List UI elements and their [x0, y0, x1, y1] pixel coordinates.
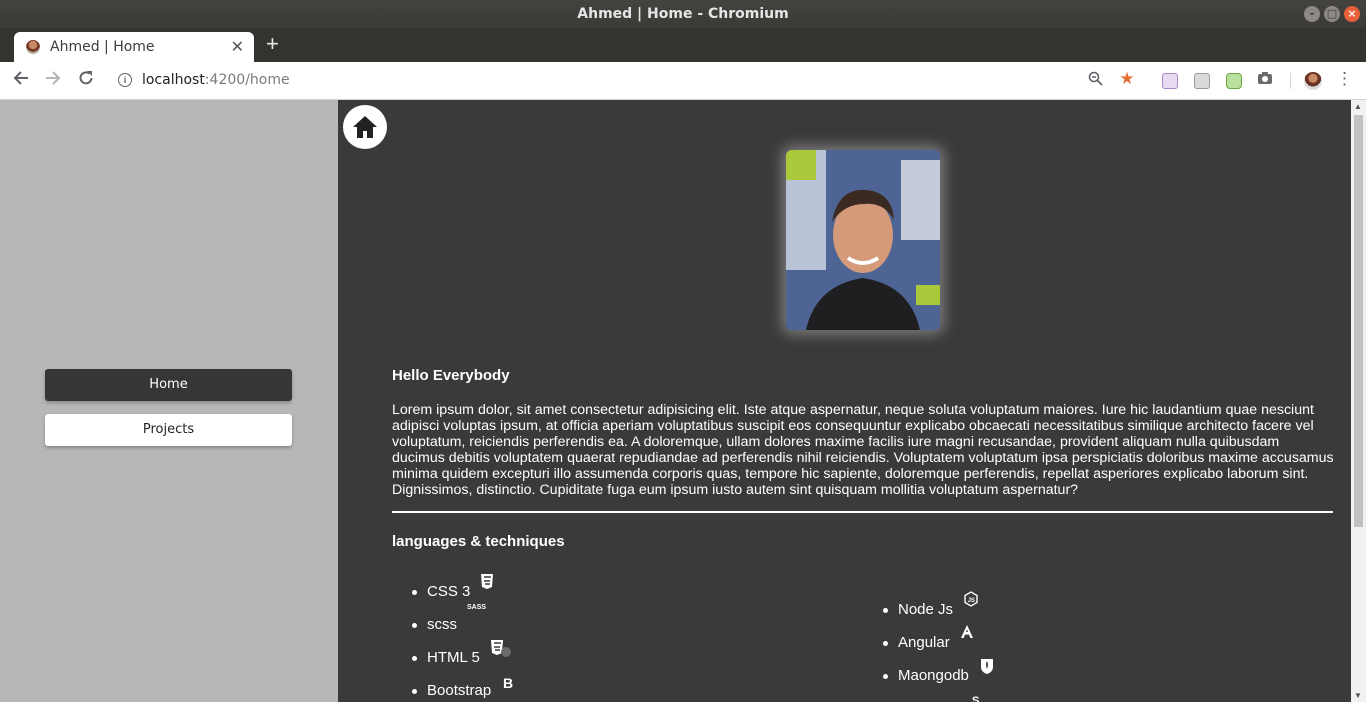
nodejs-icon: JS	[963, 591, 979, 610]
window-title-bar: Ahmed | Home - Chromium – □ ×	[0, 0, 1366, 28]
divider	[392, 511, 1333, 513]
skills-heading: languages & techniques	[392, 533, 565, 550]
list-item: scss SASS	[412, 604, 486, 633]
nodejs-extension-icon[interactable]	[1226, 73, 1242, 89]
reload-icon	[79, 71, 93, 85]
window-title: Ahmed | Home - Chromium	[577, 6, 789, 22]
svg-text:JS: JS	[968, 598, 975, 604]
new-tab-button[interactable]: +	[266, 31, 279, 57]
toolbar-separator	[1290, 73, 1291, 89]
page-scrollbar[interactable]: ▲ ▼	[1351, 100, 1366, 702]
list-item: Node Js JS	[883, 591, 979, 618]
skill-label: HTML 5	[427, 649, 480, 666]
favicon-icon	[26, 40, 40, 54]
sidebar-item-projects[interactable]: Projects	[45, 414, 292, 446]
css3-icon	[480, 573, 494, 592]
skill-label: CSS 3	[427, 583, 471, 600]
scroll-down-icon[interactable]: ▼	[1354, 691, 1362, 700]
list-item: Angular	[883, 625, 974, 651]
home-button[interactable]	[343, 105, 387, 149]
sidebar-item-home[interactable]: Home	[45, 369, 292, 401]
scroll-thumb[interactable]	[1354, 115, 1363, 527]
url-path: :4200/home	[204, 72, 290, 88]
bio-paragraph: Lorem ipsum dolor, sit amet consectetur …	[392, 402, 1334, 498]
partial-icon: S	[971, 694, 985, 702]
svg-text:B: B	[503, 675, 513, 690]
address-bar[interactable]: localhost:4200/home	[142, 72, 290, 88]
extension-icon[interactable]	[1162, 73, 1178, 89]
bookmark-star-icon[interactable]: ★	[1119, 70, 1135, 87]
list-item: HTML 5	[412, 640, 512, 666]
browser-tab[interactable]: Ahmed | Home ✕	[14, 32, 254, 62]
back-arrow-icon	[13, 71, 28, 85]
skill-label: Maongodb	[898, 667, 969, 684]
browser-toolbar: i localhost:4200/home ★ ⋮	[0, 62, 1366, 100]
skill-label: Node Js	[898, 601, 954, 618]
profile-photo	[786, 150, 940, 330]
skill-label: scss	[427, 616, 457, 633]
reload-button[interactable]	[77, 69, 95, 93]
angular-icon	[960, 624, 974, 643]
mongodb-icon	[979, 657, 995, 678]
close-tab-icon[interactable]: ✕	[231, 37, 244, 57]
tab-title: Ahmed | Home	[50, 39, 155, 55]
list-item: CSS 3	[412, 574, 494, 600]
camera-icon[interactable]	[1257, 71, 1273, 87]
skill-label: Bootstrap	[427, 682, 492, 699]
home-icon	[353, 116, 377, 138]
tab-strip: Ahmed | Home ✕ +	[0, 28, 1366, 62]
extension-icon[interactable]	[1194, 73, 1210, 89]
maximize-button[interactable]: □	[1324, 6, 1340, 22]
forward-button[interactable]	[44, 69, 62, 93]
sass-icon: SASS	[467, 604, 487, 611]
skill-label: Angular	[898, 634, 950, 651]
menu-kebab-icon[interactable]: ⋮	[1336, 70, 1353, 87]
bootstrap-icon: B	[501, 672, 517, 693]
back-button[interactable]	[12, 69, 30, 93]
site-info-icon[interactable]: i	[118, 73, 132, 87]
zoom-icon[interactable]	[1087, 71, 1103, 87]
minimize-button[interactable]: –	[1304, 6, 1320, 22]
list-item: Maongodb	[883, 659, 995, 684]
url-host: localhost	[142, 72, 205, 88]
scroll-up-icon[interactable]: ▲	[1354, 102, 1362, 111]
main-content: Hello Everybody Lorem ipsum dolor, sit a…	[338, 100, 1351, 702]
greeting-heading: Hello Everybody	[392, 367, 510, 384]
sidebar: Home Projects	[0, 100, 338, 702]
html5-icon	[490, 639, 512, 662]
svg-text:S: S	[972, 695, 979, 702]
forward-arrow-icon	[46, 71, 61, 85]
list-item: Bootstrap B	[412, 675, 517, 699]
close-window-button[interactable]: ×	[1344, 6, 1360, 22]
profile-avatar[interactable]	[1304, 72, 1322, 90]
